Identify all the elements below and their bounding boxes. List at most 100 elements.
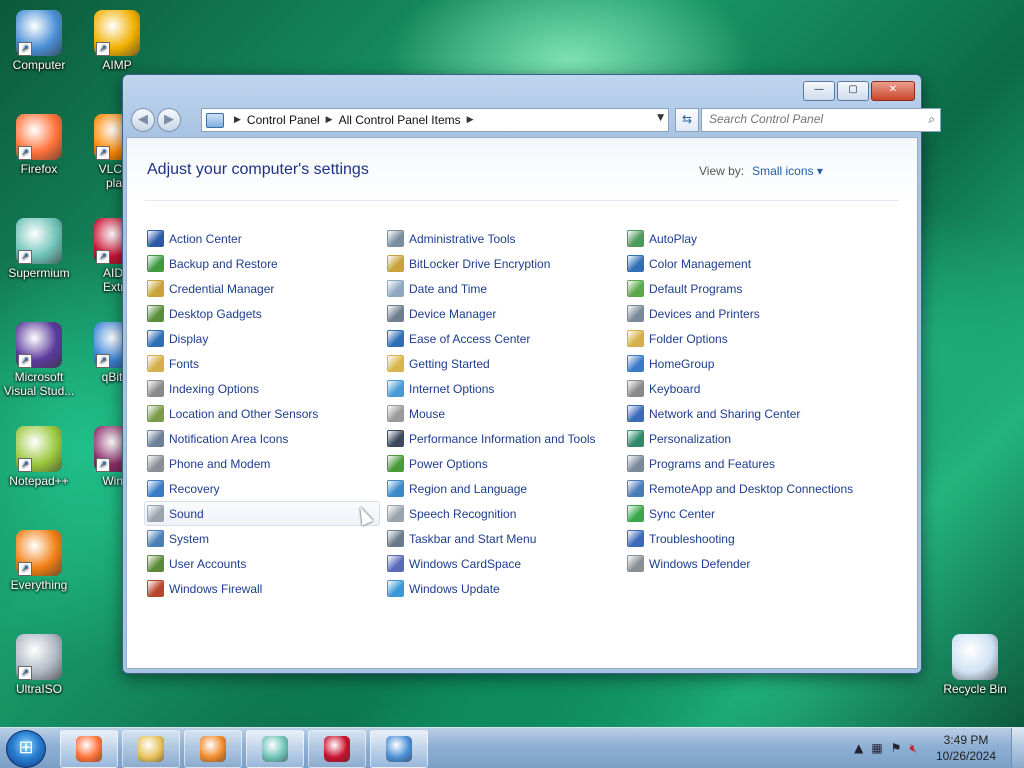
breadcrumb-all-items[interactable]: All Control Panel Items bbox=[339, 113, 461, 127]
breadcrumb-separator-icon[interactable]: ▶ bbox=[326, 115, 333, 125]
shortcut-arrow-icon: ↗ bbox=[96, 42, 110, 56]
taskbar-media-player-button[interactable] bbox=[184, 730, 242, 768]
taskbar-aida64-button[interactable] bbox=[308, 730, 366, 768]
cp-item-keyboard[interactable]: Keyboard bbox=[627, 376, 867, 401]
cp-item-fonts[interactable]: Fonts bbox=[147, 351, 387, 376]
taskbar-firefox-button[interactable] bbox=[60, 730, 118, 768]
cp-item-windows-firewall[interactable]: Windows Firewall bbox=[147, 576, 387, 601]
cp-item-label: Windows Firewall bbox=[169, 581, 263, 596]
close-button[interactable]: ✕ bbox=[871, 81, 915, 101]
desktop-shortcut[interactable]: ↗ Everything bbox=[2, 530, 76, 592]
cp-item-credential-manager[interactable]: Credential Manager bbox=[147, 276, 387, 301]
firefox-icon: ↗ bbox=[16, 114, 62, 160]
cp-item-ease-of-access-center[interactable]: Ease of Access Center bbox=[387, 326, 627, 351]
desktop-shortcut[interactable]: ↗ Computer bbox=[2, 10, 76, 72]
back-button[interactable]: ◀ bbox=[131, 108, 155, 132]
taskbar-explorer-button[interactable] bbox=[122, 730, 180, 768]
cp-item-sync-center[interactable]: Sync Center bbox=[627, 501, 867, 526]
cp-item-device-manager[interactable]: Device Manager bbox=[387, 301, 627, 326]
minimize-button[interactable]: — bbox=[803, 81, 835, 101]
cp-item-performance-information-and-tools[interactable]: Performance Information and Tools bbox=[387, 426, 627, 451]
network-icon[interactable]: ▦ bbox=[871, 741, 882, 755]
cp-item-windows-cardspace[interactable]: Windows CardSpace bbox=[387, 551, 627, 576]
cp-item-display[interactable]: Display bbox=[147, 326, 387, 351]
cp-item-windows-defender[interactable]: Windows Defender bbox=[627, 551, 867, 576]
ultraiso-icon: ↗ bbox=[16, 634, 62, 680]
search-input[interactable] bbox=[702, 109, 919, 129]
search-icon[interactable]: ⌕ bbox=[928, 112, 935, 127]
address-bar[interactable]: ▶ Control Panel ▶ All Control Panel Item… bbox=[201, 108, 669, 132]
cp-item-backup-and-restore[interactable]: Backup and Restore bbox=[147, 251, 387, 276]
cp-item-folder-options[interactable]: Folder Options bbox=[627, 326, 867, 351]
cp-item-sound[interactable]: Sound bbox=[144, 501, 380, 526]
cp-item-date-and-time[interactable]: Date and Time bbox=[387, 276, 627, 301]
desktop-shortcut[interactable]: ↗ UltraISO bbox=[2, 634, 76, 696]
cp-item-phone-and-modem[interactable]: Phone and Modem bbox=[147, 451, 387, 476]
fonts-icon bbox=[147, 355, 164, 372]
refresh-button[interactable]: ⇆ bbox=[675, 108, 699, 132]
cp-item-devices-and-printers[interactable]: Devices and Printers bbox=[627, 301, 867, 326]
desktop-shortcut[interactable]: ↗ Firefox bbox=[2, 114, 76, 176]
cp-item-label: Indexing Options bbox=[169, 381, 260, 396]
cp-item-getting-started[interactable]: Getting Started bbox=[387, 351, 627, 376]
clock[interactable]: 3:49 PM 10/26/2024 bbox=[921, 732, 1011, 764]
cp-item-label: HomeGroup bbox=[649, 356, 715, 371]
cp-item-internet-options[interactable]: Internet Options bbox=[387, 376, 627, 401]
breadcrumb-separator-icon[interactable]: ▶ bbox=[467, 115, 474, 125]
breadcrumb-separator-icon[interactable]: ▶ bbox=[234, 115, 241, 125]
cp-item-color-management[interactable]: Color Management bbox=[627, 251, 867, 276]
search-box[interactable]: ⌕ bbox=[701, 108, 941, 132]
cp-item-administrative-tools[interactable]: Administrative Tools bbox=[387, 226, 627, 251]
cp-item-remoteapp-and-desktop-connections[interactable]: RemoteApp and Desktop Connections bbox=[627, 476, 867, 501]
action-center-flag-icon[interactable]: ⚑ bbox=[891, 741, 902, 755]
cp-item-location-and-other-sensors[interactable]: Location and Other Sensors bbox=[147, 401, 387, 426]
cp-item-taskbar-and-start-menu[interactable]: Taskbar and Start Menu bbox=[387, 526, 627, 551]
address-dropdown-icon[interactable]: ▼ bbox=[657, 113, 664, 123]
show-hidden-icons-icon[interactable]: ▲ bbox=[854, 741, 863, 755]
cp-item-default-programs[interactable]: Default Programs bbox=[627, 276, 867, 301]
cp-item-region-and-language[interactable]: Region and Language bbox=[387, 476, 627, 501]
folder-icon bbox=[138, 736, 164, 762]
cp-item-user-accounts[interactable]: User Accounts bbox=[147, 551, 387, 576]
cp-item-notification-area-icons[interactable]: Notification Area Icons bbox=[147, 426, 387, 451]
cp-item-personalization[interactable]: Personalization bbox=[627, 426, 867, 451]
taskbar-supermium-button[interactable] bbox=[246, 730, 304, 768]
cp-item-recovery[interactable]: Recovery bbox=[147, 476, 387, 501]
desktop-shortcut[interactable]: ↗ Supermium bbox=[2, 218, 76, 280]
desktop-shortcut[interactable]: ↗ Notepad++ bbox=[2, 426, 76, 488]
cp-item-system[interactable]: System bbox=[147, 526, 387, 551]
cp-item-power-options[interactable]: Power Options bbox=[387, 451, 627, 476]
view-by-dropdown[interactable]: Small icons ▾ bbox=[752, 164, 823, 178]
cp-item-bitlocker-drive-encryption[interactable]: BitLocker Drive Encryption bbox=[387, 251, 627, 276]
cp-item-indexing-options[interactable]: Indexing Options bbox=[147, 376, 387, 401]
speech-recognition-icon bbox=[387, 505, 404, 522]
cp-item-label: Display bbox=[169, 331, 209, 346]
cp-item-speech-recognition[interactable]: Speech Recognition bbox=[387, 501, 627, 526]
forward-button[interactable]: ▶ bbox=[157, 108, 181, 132]
desktop-shortcut[interactable]: ↗ AIMP bbox=[80, 10, 154, 72]
cp-item-troubleshooting[interactable]: Troubleshooting bbox=[627, 526, 867, 551]
cp-item-autoplay[interactable]: AutoPlay bbox=[627, 226, 867, 251]
breadcrumb-control-panel[interactable]: Control Panel bbox=[247, 113, 320, 127]
internet-options-icon bbox=[387, 380, 404, 397]
cp-item-label: Administrative Tools bbox=[409, 231, 516, 246]
maximize-button[interactable]: ▢ bbox=[837, 81, 869, 101]
desktop-gadgets-icon bbox=[147, 305, 164, 322]
taskbar-control-panel-button[interactable] bbox=[370, 730, 428, 768]
desktop-shortcut[interactable]: Recycle Bin bbox=[938, 634, 1012, 696]
cp-item-windows-update[interactable]: Windows Update bbox=[387, 576, 627, 601]
cp-item-mouse[interactable]: Mouse bbox=[387, 401, 627, 426]
items-column-3: AutoPlay Color Management Default Programs… bbox=[627, 226, 867, 576]
cp-item-programs-and-features[interactable]: Programs and Features bbox=[627, 451, 867, 476]
cp-item-desktop-gadgets[interactable]: Desktop Gadgets bbox=[147, 301, 387, 326]
volume-muted-icon[interactable]: 🔇︎ bbox=[909, 741, 917, 756]
cp-item-network-and-sharing-center[interactable]: Network and Sharing Center bbox=[627, 401, 867, 426]
cp-item-label: User Accounts bbox=[169, 556, 247, 571]
desktop-shortcut[interactable]: ↗ Microsoft Visual Stud... bbox=[2, 322, 76, 398]
cp-item-label: Mouse bbox=[409, 406, 446, 421]
cp-item-action-center[interactable]: Action Center bbox=[147, 226, 387, 251]
cp-item-homegroup[interactable]: HomeGroup bbox=[627, 351, 867, 376]
content-pane: Adjust your computer's settings View by:… bbox=[126, 137, 918, 669]
show-desktop-button[interactable] bbox=[1011, 728, 1024, 768]
start-button[interactable]: ⊞ bbox=[6, 730, 46, 768]
